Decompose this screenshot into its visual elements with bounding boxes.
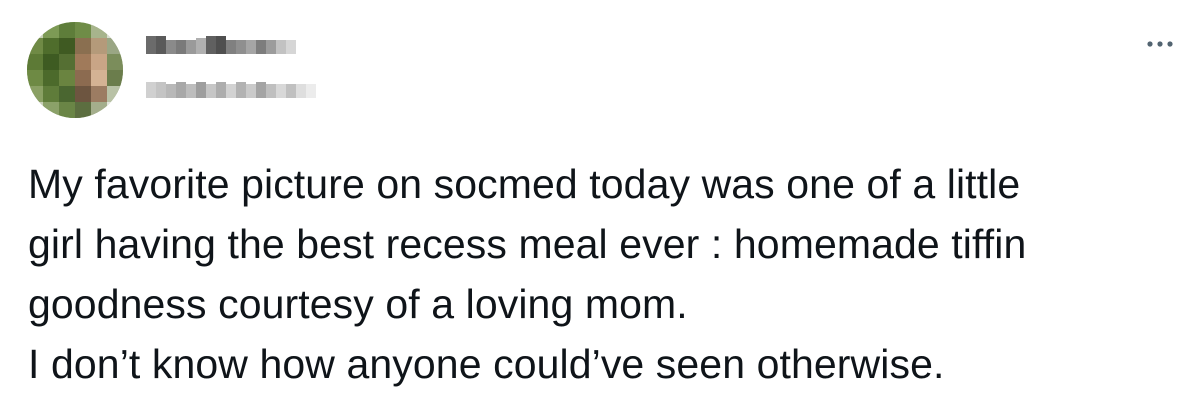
tweet-card: My favorite picture on socmed today was … xyxy=(0,0,1200,414)
author-handle[interactable] xyxy=(146,78,318,100)
author-name-blur xyxy=(146,36,296,54)
author-name[interactable] xyxy=(146,34,306,56)
more-options-button[interactable] xyxy=(1142,30,1178,58)
tweet-text-line: My favorite picture on socmed today was … xyxy=(28,161,1021,207)
avatar[interactable] xyxy=(27,22,123,118)
tweet-text-line: goodness courtesy of a loving mom. xyxy=(28,281,688,327)
tweet-text-line: I don’t know how anyone could’ve seen ot… xyxy=(28,341,945,387)
more-horizontal-icon xyxy=(1147,41,1173,47)
tweet-text-line: girl having the best recess meal ever : … xyxy=(28,221,1027,267)
tweet-text: My favorite picture on socmed today was … xyxy=(28,154,1178,394)
avatar-image xyxy=(27,22,123,118)
author-handle-blur xyxy=(146,82,316,98)
